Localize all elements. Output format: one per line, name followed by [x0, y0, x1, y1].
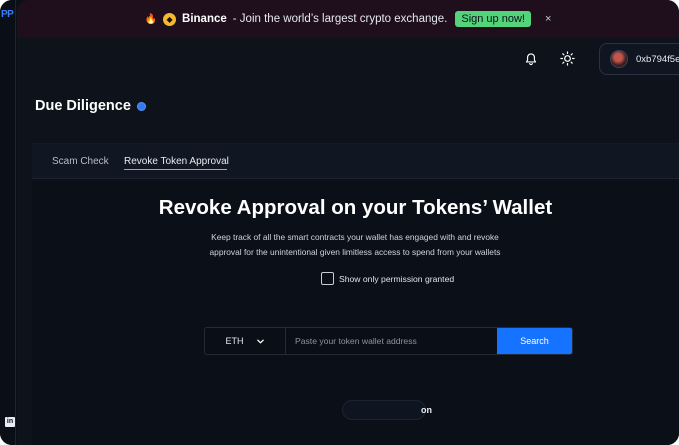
- left-rail: PP in: [0, 0, 16, 445]
- chain-select-value: ETH: [225, 336, 244, 346]
- avatar: [610, 50, 628, 68]
- wallet-address-input[interactable]: [286, 328, 497, 354]
- chain-select[interactable]: ETH: [205, 328, 286, 354]
- chevron-down-icon: [256, 339, 264, 343]
- wallet-address: 0xb794f5e: [636, 53, 679, 65]
- bell-icon[interactable]: [524, 52, 538, 66]
- active-tab-indicator: [124, 169, 227, 170]
- main-panel: 🔥 ◆ Binance - Join the world’s largest c…: [17, 0, 679, 445]
- top-bar: 0xb794f5e: [17, 38, 679, 84]
- app-frame: PP in 🔥 ◆ Binance - Join the world’s lar…: [0, 0, 679, 445]
- info-dot-icon[interactable]: [136, 101, 146, 111]
- page-title: Due Diligence: [35, 98, 131, 114]
- hero-subtitle: Keep track of all the smart contracts yo…: [209, 232, 501, 257]
- fire-icon: 🔥: [144, 13, 158, 25]
- loading-text: on: [421, 405, 432, 415]
- close-icon[interactable]: ×: [545, 13, 551, 25]
- loading-pill: [342, 400, 426, 420]
- tabs-bar: Scam Check Revoke Token Approval: [32, 144, 679, 179]
- permission-checkbox[interactable]: [321, 272, 334, 285]
- hero-title: Revoke Approval on your Tokens’ Wallet: [158, 196, 553, 219]
- tab-revoke-token-approval[interactable]: Revoke Token Approval: [124, 156, 229, 167]
- binance-icon: ◆: [163, 12, 177, 26]
- sun-icon[interactable]: [560, 51, 575, 66]
- tab-scam-check[interactable]: Scam Check: [52, 156, 109, 167]
- content-card: Scam Check Revoke Token Approval Revoke …: [32, 143, 679, 445]
- wallet-chip[interactable]: 0xb794f5e: [599, 43, 679, 75]
- permission-checkbox-label: Show only permission granted: [339, 273, 455, 284]
- app-logo[interactable]: PP: [1, 9, 14, 20]
- banner-brand: Binance: [182, 13, 227, 25]
- linkedin-icon[interactable]: in: [5, 417, 15, 427]
- banner-message: - Join the world’s largest crypto exchan…: [232, 13, 448, 25]
- signup-button[interactable]: Sign up now!: [455, 11, 531, 27]
- search-group: ETH Search: [204, 327, 573, 355]
- promo-banner: 🔥 ◆ Binance - Join the world’s largest c…: [17, 0, 679, 38]
- permission-filter: Show only permission granted: [321, 272, 454, 285]
- page-header: Due Diligence: [35, 98, 146, 114]
- search-button[interactable]: Search: [497, 328, 572, 354]
